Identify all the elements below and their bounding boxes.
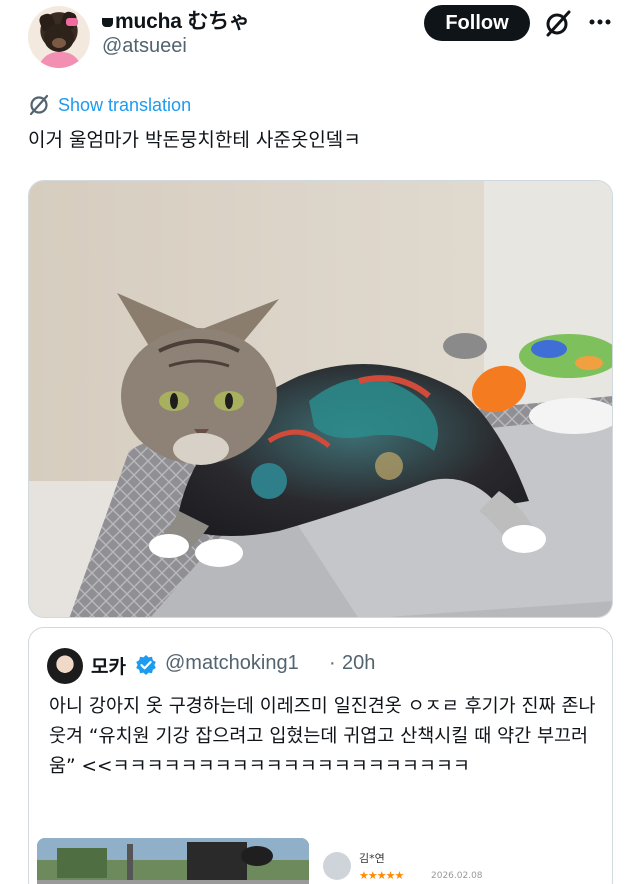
cat-photo [29,181,612,617]
verified-icon [136,655,156,675]
review-stars: ★★★★★ [359,869,404,882]
quote-author-name[interactable]: 모카 [91,652,126,679]
reviewer-name: 김*연 [359,852,385,865]
author-display-name[interactable]: mucha むちゃ [102,5,250,35]
quote-media-image[interactable] [37,838,309,884]
author-name-text[interactable]: mucha むちゃ [115,10,250,33]
author-avatar[interactable] [28,6,90,68]
tweet-photo[interactable] [28,180,613,618]
quote-media-review[interactable]: 김*연 ★★★★★ 2026.02.08 [319,838,609,884]
more-icon[interactable] [586,8,614,36]
street-photo [37,838,309,884]
show-translation[interactable]: Show translation [28,93,191,117]
follow-button[interactable]: Follow [424,5,530,41]
tweet-text: 이거 울엄마가 박돈뭉치한테 사준옷인뎈ㅋ [28,129,361,151]
author-handle[interactable]: @atsueei [102,35,187,58]
quote-text: 아니 강아지 옷 구경하는데 이레즈미 일진견옷 ㅇㅈㄹ 후기가 진짜 존나웃겨… [49,696,596,777]
quoted-tweet[interactable]: 모카 @matchoking1 · 20h 아니 강아지 옷 구경하는데 이레즈… [28,627,613,884]
quote-author-avatar[interactable] [47,648,83,684]
reviewer-avatar [323,852,351,880]
globe-icon [29,94,49,116]
tweet-header: mucha むちゃ @atsueei Follow [0,0,640,84]
review-date: 2026.02.08 [431,871,483,881]
quote-author-handle[interactable]: @matchoking1 [165,652,299,675]
show-translation-link[interactable]: Show translation [58,95,191,116]
grok-icon[interactable] [543,8,573,38]
mug-icon [102,18,113,27]
quote-timestamp[interactable]: 20h [342,652,375,675]
quote-separator: · [329,652,336,674]
